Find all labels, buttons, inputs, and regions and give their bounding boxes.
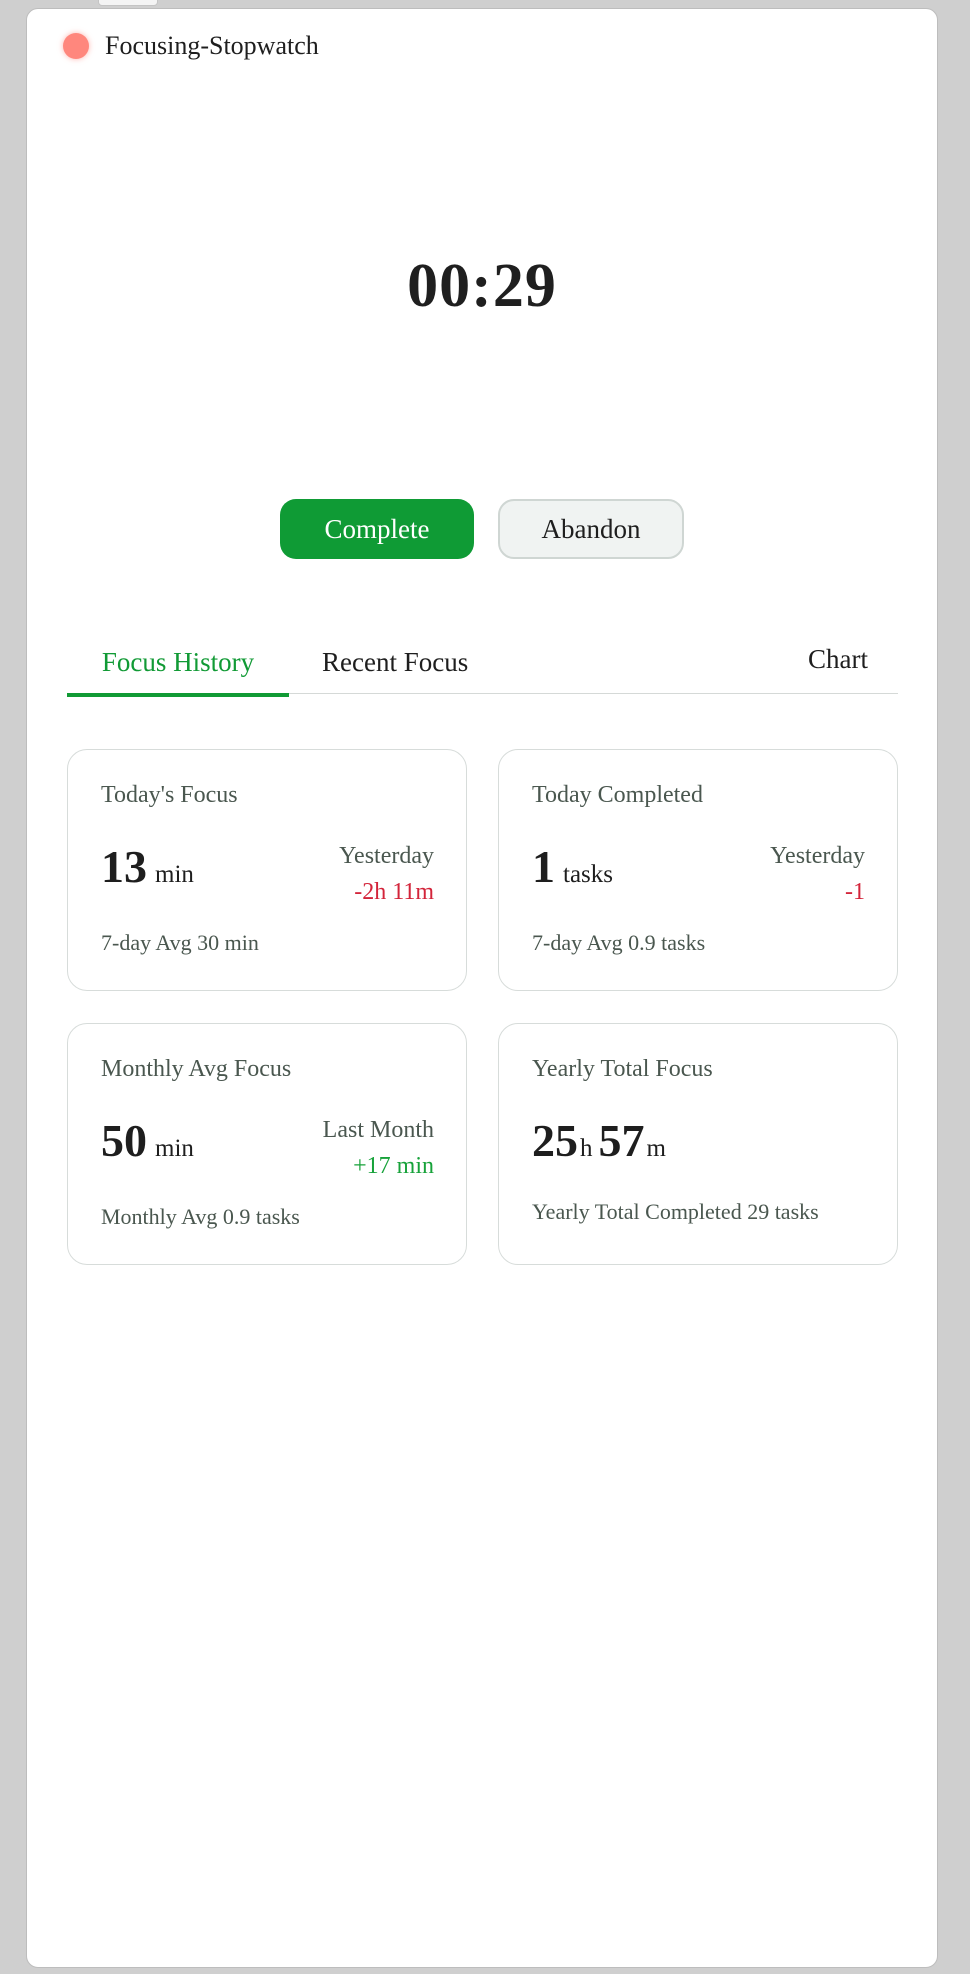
- card-title: Monthly Avg Focus: [101, 1056, 292, 1082]
- app-title: Focusing-Stopwatch: [105, 31, 319, 60]
- compare-label: Yesterday: [339, 843, 434, 869]
- comparison: Yesterday -2h 11m: [339, 838, 434, 910]
- monthly-avg-focus-card: Monthly Avg Focus 50 min Last Month +17 m…: [67, 1023, 467, 1265]
- card-title: Yearly Total Focus: [532, 1056, 713, 1082]
- stat-hours-unit: h: [580, 1135, 593, 1162]
- stopwatch-display: 00:29: [407, 252, 557, 320]
- card-footer: 7-day Avg 30 min: [101, 930, 259, 955]
- card-footer: 7-day Avg 0.9 tasks: [532, 930, 706, 955]
- today-focus-card: Today's Focus 13 min Yesterday -2h 11m 7-…: [67, 749, 467, 991]
- card-footer: Yearly Total Completed 29 tasks: [532, 1199, 819, 1224]
- comparison: Last Month +17 min: [323, 1112, 434, 1184]
- tab-focus-history[interactable]: Focus History: [67, 647, 289, 697]
- stat-value: 13: [101, 841, 147, 892]
- comparison: Yesterday -1: [770, 838, 865, 910]
- yearly-total-focus-card: Yearly Total Focus 25h 57m Yearly Total C…: [498, 1023, 898, 1265]
- today-focus-value: 13 min: [101, 840, 194, 893]
- compare-delta: +17 min: [353, 1153, 434, 1179]
- stat-value: 50: [101, 1115, 147, 1166]
- stat-value: 1: [532, 841, 555, 892]
- stat-minutes-unit: m: [646, 1135, 666, 1162]
- complete-button[interactable]: Complete: [280, 499, 474, 559]
- yearly-total-value: 25h 57m: [532, 1114, 672, 1167]
- card-footer: Monthly Avg 0.9 tasks: [101, 1204, 300, 1229]
- stat-unit: min: [155, 1135, 194, 1162]
- stat-minutes: 57: [598, 1115, 645, 1166]
- stats-tabs: Focus History Recent Focus Chart: [67, 629, 898, 697]
- compare-label: Yesterday: [770, 843, 865, 869]
- status-dot-icon: [63, 33, 89, 59]
- window-top-handle: [98, 0, 158, 6]
- app-window: Focusing-Stopwatch 00:29 Complete Abando…: [26, 8, 938, 1968]
- abandon-button[interactable]: Abandon: [498, 499, 684, 559]
- compare-delta: -1: [845, 879, 865, 905]
- stat-unit: min: [155, 861, 194, 888]
- monthly-avg-value: 50 min: [101, 1114, 194, 1167]
- stat-unit: tasks: [563, 861, 613, 888]
- stat-hours: 25: [532, 1115, 578, 1166]
- tab-recent-focus[interactable]: Recent Focus: [322, 647, 468, 678]
- today-completed-card: Today Completed 1 tasks Yesterday -1 7-da…: [498, 749, 898, 991]
- title-bar: Focusing-Stopwatch: [63, 31, 319, 61]
- compare-delta: -2h 11m: [354, 879, 434, 905]
- timer-actions: Complete Abandon: [27, 499, 937, 559]
- compare-label: Last Month: [322, 1117, 434, 1143]
- tab-chart[interactable]: Chart: [808, 644, 868, 675]
- card-title: Today's Focus: [101, 782, 238, 808]
- today-completed-value: 1 tasks: [532, 840, 613, 893]
- card-title: Today Completed: [532, 782, 703, 808]
